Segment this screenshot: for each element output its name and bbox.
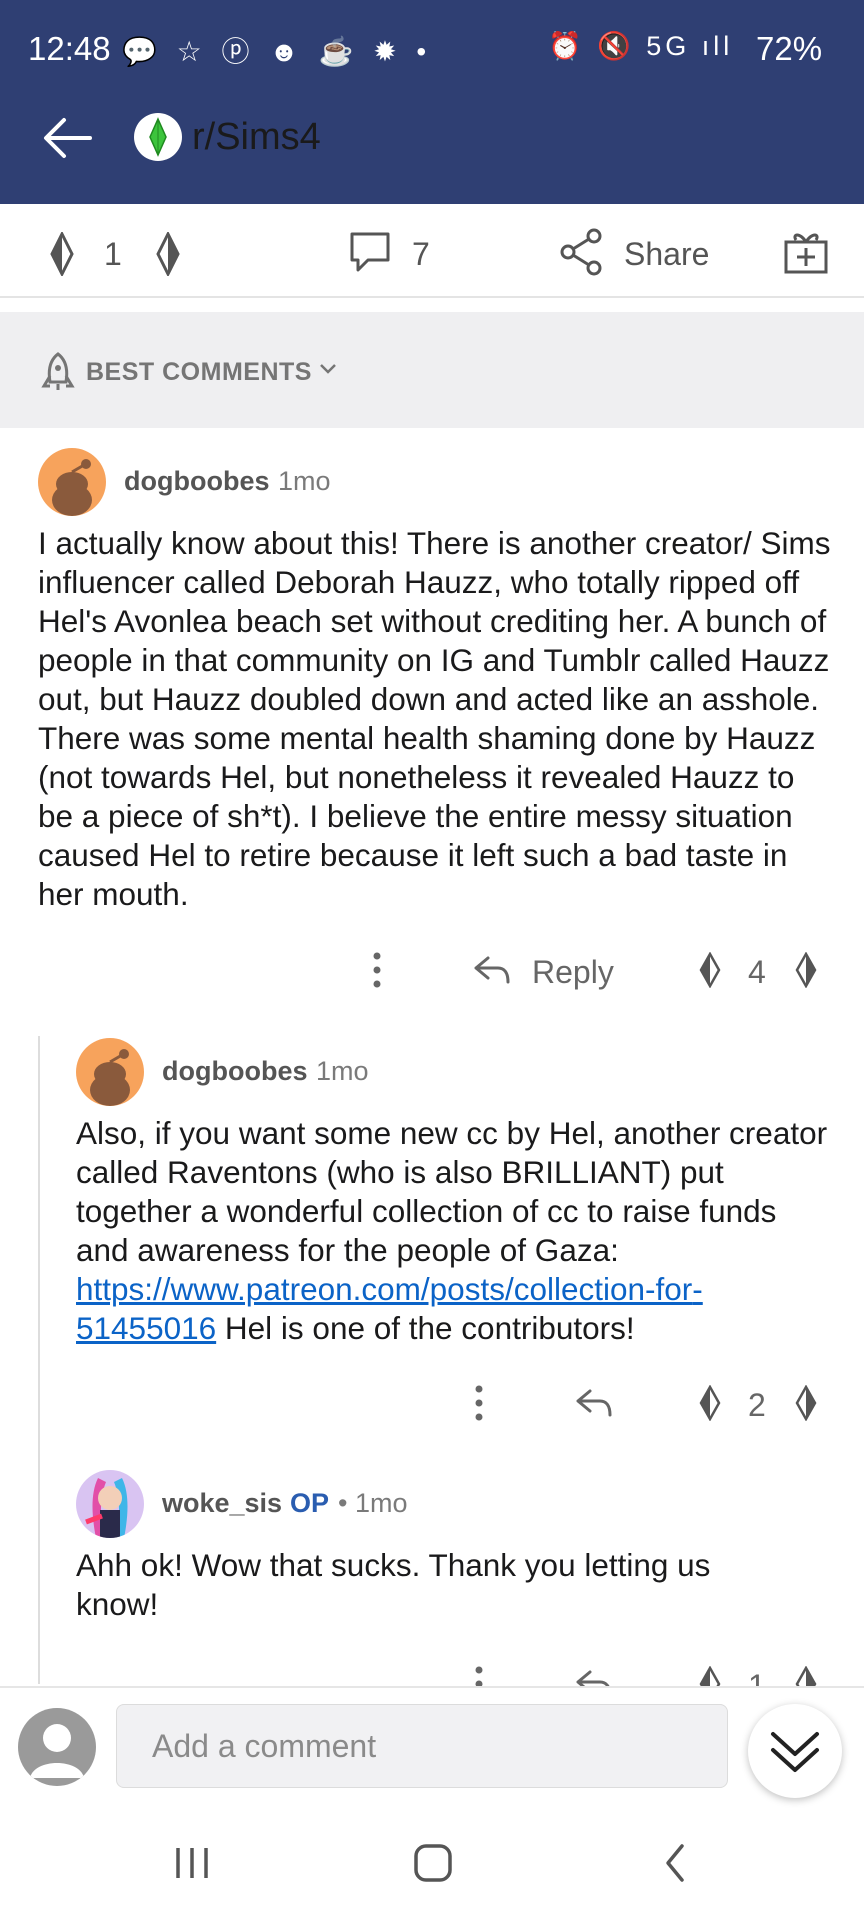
comment-vote-count: 1 [748,1668,766,1686]
snoo-avatar-icon [90,1049,130,1106]
comment-body: Ahh ok! Wow that sucks. Thank you lettin… [76,1547,711,1622]
comment-vote-count: 2 [748,1387,766,1423]
comment-upvote-icon[interactable] [698,1666,722,1686]
system-icons: ⏰ 🔇 5G ıll [548,31,734,61]
reply-icon[interactable] [574,1385,614,1421]
thread-line[interactable] [38,1036,40,1684]
comment-downvote-icon[interactable] [794,1385,818,1421]
share-button[interactable]: Share [624,236,709,273]
back-nav-icon[interactable] [660,1842,690,1884]
status-bar: 12:48 💬 ☆ ⓟ ☻ ☕ ✹ • ⏰ 🔇 5G ıll 72% [0,0,864,100]
user-silhouette-icon [30,1724,84,1778]
op-badge: OP [290,1488,330,1518]
comment-time: 1mo [316,1056,369,1086]
comment-downvote-icon[interactable] [794,952,818,988]
status-time: 12:48 [28,30,111,67]
subreddit-name[interactable]: r/Sims4 [192,116,321,159]
sort-label[interactable]: BEST COMMENTS [86,358,312,387]
comment-vote-count: 4 [748,954,766,990]
avatar[interactable] [76,1038,144,1106]
comment-input-placeholder[interactable]: Add a comment [152,1728,376,1765]
notification-icons: 💬 ☆ ⓟ ☻ ☕ ✹ • [122,36,433,67]
upvote-icon[interactable] [48,232,76,276]
post-action-bar [0,204,864,298]
more-options-icon[interactable] [472,1664,486,1686]
comment-username[interactable]: dogboobes [124,466,269,497]
comment-icon[interactable] [346,228,394,276]
comment-time: 1mo [278,466,331,496]
more-options-icon[interactable] [472,1383,486,1423]
comment-text: Hel is one of the contributors! [216,1310,635,1346]
battery-level: 72% [756,30,823,67]
recent-apps-icon[interactable] [172,1844,212,1882]
link-part[interactable]: https://www.patreon.com/posts/collection… [76,1271,692,1307]
app-header [0,100,864,204]
collapse-thread-button[interactable] [748,1704,842,1798]
avatar[interactable] [76,1470,144,1538]
comment-upvote-icon[interactable] [698,952,722,988]
avatar[interactable] [38,448,106,516]
comment-downvote-icon[interactable] [794,1666,818,1686]
reply-icon[interactable] [472,952,512,988]
rocket-icon [41,352,75,390]
double-chevron-down-icon [771,1732,819,1772]
back-arrow-icon[interactable] [38,108,98,168]
downvote-icon[interactable] [154,232,182,276]
reply-button[interactable]: Reply [532,954,614,991]
comment-body: Also, if you want some new cc by Hel, an… [76,1114,836,1348]
comment-time: • 1mo [338,1488,408,1518]
award-gift-icon[interactable] [782,228,830,276]
snoo-avatar-icon [52,459,92,516]
subreddit-icon[interactable] [134,113,182,161]
comment-count: 7 [412,236,430,272]
comment-username[interactable]: dogboobes [162,1056,307,1087]
comment-text: Also, if you want some new cc by Hel, an… [76,1115,828,1268]
comment-body: I actually know about this! There is ano… [38,525,831,912]
plumbob-icon [149,117,167,157]
comment-username[interactable]: woke_sis [162,1488,282,1519]
comment-upvote-icon[interactable] [698,1385,722,1421]
share-icon[interactable] [558,228,604,276]
chevron-down-icon[interactable] [318,362,338,376]
user-avatar-icon [85,1478,128,1538]
reply-icon[interactable] [574,1666,614,1686]
post-vote-count: 1 [104,236,122,272]
current-user-avatar[interactable] [18,1708,96,1786]
home-icon[interactable] [412,1842,454,1884]
more-options-icon[interactable] [370,950,384,990]
comment-actions-partial: 1 [0,1640,864,1686]
